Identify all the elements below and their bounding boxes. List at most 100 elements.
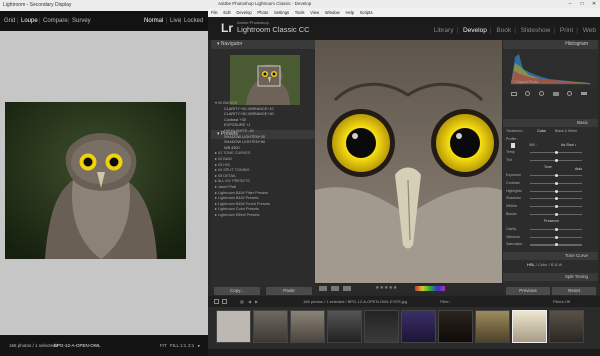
secondary-owl-photo[interactable] xyxy=(5,102,186,259)
basic-slider-knob[interactable] xyxy=(554,158,558,162)
zoom-1-1[interactable]: 1:1 xyxy=(180,335,186,356)
split-toning-header[interactable]: Split Toning xyxy=(503,273,598,281)
tab-grid[interactable]: Grid xyxy=(4,11,15,31)
zoom-fill[interactable]: FILL xyxy=(170,335,179,356)
close-icon[interactable]: ✕ xyxy=(588,0,600,8)
paste-button[interactable]: Paste xyxy=(266,287,312,295)
copy-button[interactable]: Copy... xyxy=(214,287,260,295)
filmstrip-thumb[interactable] xyxy=(438,310,473,343)
rating-stars[interactable]: ★★★★★ xyxy=(375,284,397,293)
back-arrow-icon[interactable]: ◀ xyxy=(248,296,251,307)
maximize-icon[interactable]: □ xyxy=(576,0,588,8)
second-window-icon[interactable] xyxy=(222,299,227,304)
menu-photo[interactable]: Photo xyxy=(257,10,268,15)
tab-bw[interactable]: B & W xyxy=(551,262,562,267)
menu-tools[interactable]: Tools xyxy=(295,10,305,15)
tone-curve-header[interactable]: Tone Curve xyxy=(503,252,598,260)
minimize-icon[interactable]: – xyxy=(564,0,576,8)
basic-slider-track[interactable] xyxy=(530,151,582,154)
filmstrip-thumb[interactable] xyxy=(401,310,436,343)
compare-view-icon[interactable] xyxy=(343,286,351,291)
filmstrip-thumb-selected[interactable] xyxy=(512,310,547,343)
auto-tone-button[interactable]: Auto xyxy=(575,167,582,171)
zoom-2-1[interactable]: 2:1 xyxy=(188,335,194,356)
basic-slider-knob[interactable] xyxy=(554,204,558,208)
basic-slider-track[interactable] xyxy=(530,197,582,201)
main-window-icon[interactable] xyxy=(214,299,219,304)
zoom-fit[interactable]: FIT xyxy=(160,335,167,356)
basic-slider-track[interactable] xyxy=(530,158,582,162)
preset-folder[interactable]: ▸ Lightroom Effect Presets xyxy=(211,213,311,219)
basic-slider-knob[interactable] xyxy=(554,243,558,247)
develop-image-canvas[interactable] xyxy=(315,40,502,283)
navigator-header[interactable]: ▾ Navigator xyxy=(211,40,315,49)
filmstrip-source-info[interactable]: 166 photos / 1 selected / BPG-12-A-OPEN-… xyxy=(303,296,407,307)
treatment-color[interactable]: Color xyxy=(537,129,546,133)
tab-compare[interactable]: Compare xyxy=(43,11,68,31)
spot-removal-icon[interactable] xyxy=(525,91,530,96)
filmstrip-thumb[interactable] xyxy=(216,310,251,343)
menu-settings[interactable]: Settings xyxy=(274,10,289,15)
navigator-thumbnail[interactable] xyxy=(230,55,300,105)
basic-slider-knob[interactable] xyxy=(554,212,558,216)
filmstrip-thumb[interactable] xyxy=(549,310,584,343)
mode-locked[interactable]: Locked xyxy=(184,11,203,31)
basic-slider-knob[interactable] xyxy=(554,151,558,154)
histogram-header[interactable]: Histogram xyxy=(503,40,598,49)
basic-slider-track[interactable] xyxy=(530,235,582,239)
tab-survey[interactable]: Survey xyxy=(72,11,91,31)
grid-view-icon[interactable]: ▦ xyxy=(240,296,244,307)
basic-slider-track[interactable] xyxy=(530,189,582,193)
basic-header[interactable]: Basic xyxy=(503,119,598,127)
filmstrip-thumb[interactable] xyxy=(475,310,510,343)
basic-slider-track[interactable] xyxy=(530,181,582,185)
menu-view[interactable]: View xyxy=(310,10,319,15)
basic-slider-track[interactable] xyxy=(530,212,582,216)
module-develop[interactable]: Develop xyxy=(463,27,487,34)
filter-select[interactable]: Filters Off xyxy=(553,296,570,307)
color-label-swatches[interactable] xyxy=(415,286,445,291)
menu-edit[interactable]: Edit xyxy=(223,10,230,15)
treatment-bw[interactable]: Black & White xyxy=(555,129,577,133)
module-web[interactable]: Web xyxy=(583,27,596,34)
filmstrip-thumb[interactable] xyxy=(327,310,362,343)
wb-select[interactable]: As Shot ↕ xyxy=(561,143,576,147)
radial-filter-icon[interactable] xyxy=(567,91,572,96)
original-photo-checkbox[interactable]: ☐ Original Photo xyxy=(511,80,538,84)
mode-normal[interactable]: Normal xyxy=(144,11,163,31)
menu-window[interactable]: Window xyxy=(325,10,340,15)
basic-slider-knob[interactable] xyxy=(554,235,558,239)
basic-slider-knob[interactable] xyxy=(554,197,558,201)
basic-slider-track[interactable] xyxy=(530,228,582,231)
menu-file[interactable]: File xyxy=(211,10,218,15)
menu-help[interactable]: Help xyxy=(345,10,354,15)
module-print[interactable]: Print xyxy=(560,27,573,34)
adjustment-brush-icon[interactable] xyxy=(581,92,587,95)
forward-arrow-icon[interactable]: ▶ xyxy=(255,296,258,307)
basic-slider-knob[interactable] xyxy=(554,228,558,231)
module-library[interactable]: Library xyxy=(434,27,454,34)
before-after-icon[interactable] xyxy=(331,286,339,291)
menu-scripts[interactable]: Scripts xyxy=(360,10,373,15)
basic-slider-knob[interactable] xyxy=(554,181,558,185)
white-balance-dropper-icon[interactable] xyxy=(511,143,515,148)
tab-hsl[interactable]: HSL xyxy=(527,262,535,267)
menu-develop[interactable]: Develop xyxy=(236,10,251,15)
module-book[interactable]: Book xyxy=(496,27,511,34)
zoom-more[interactable]: ▸ xyxy=(198,335,200,356)
basic-slider-track[interactable] xyxy=(530,204,582,208)
tab-color[interactable]: Color xyxy=(538,262,548,267)
module-slideshow[interactable]: Slideshow xyxy=(521,27,551,34)
graduated-filter-icon[interactable] xyxy=(553,92,559,96)
reset-button[interactable]: Reset xyxy=(552,287,596,295)
filmstrip-thumb[interactable] xyxy=(253,310,288,343)
previous-button[interactable]: Previous xyxy=(506,287,550,295)
basic-slider-track[interactable] xyxy=(530,243,582,247)
basic-slider-knob[interactable] xyxy=(554,174,558,178)
basic-slider-track[interactable] xyxy=(530,174,582,178)
loupe-view-icon[interactable] xyxy=(319,286,327,291)
red-eye-icon[interactable] xyxy=(539,91,544,96)
filmstrip-thumb[interactable] xyxy=(290,310,325,343)
tab-loupe[interactable]: Loupe xyxy=(21,11,38,31)
basic-slider-knob[interactable] xyxy=(554,189,558,193)
